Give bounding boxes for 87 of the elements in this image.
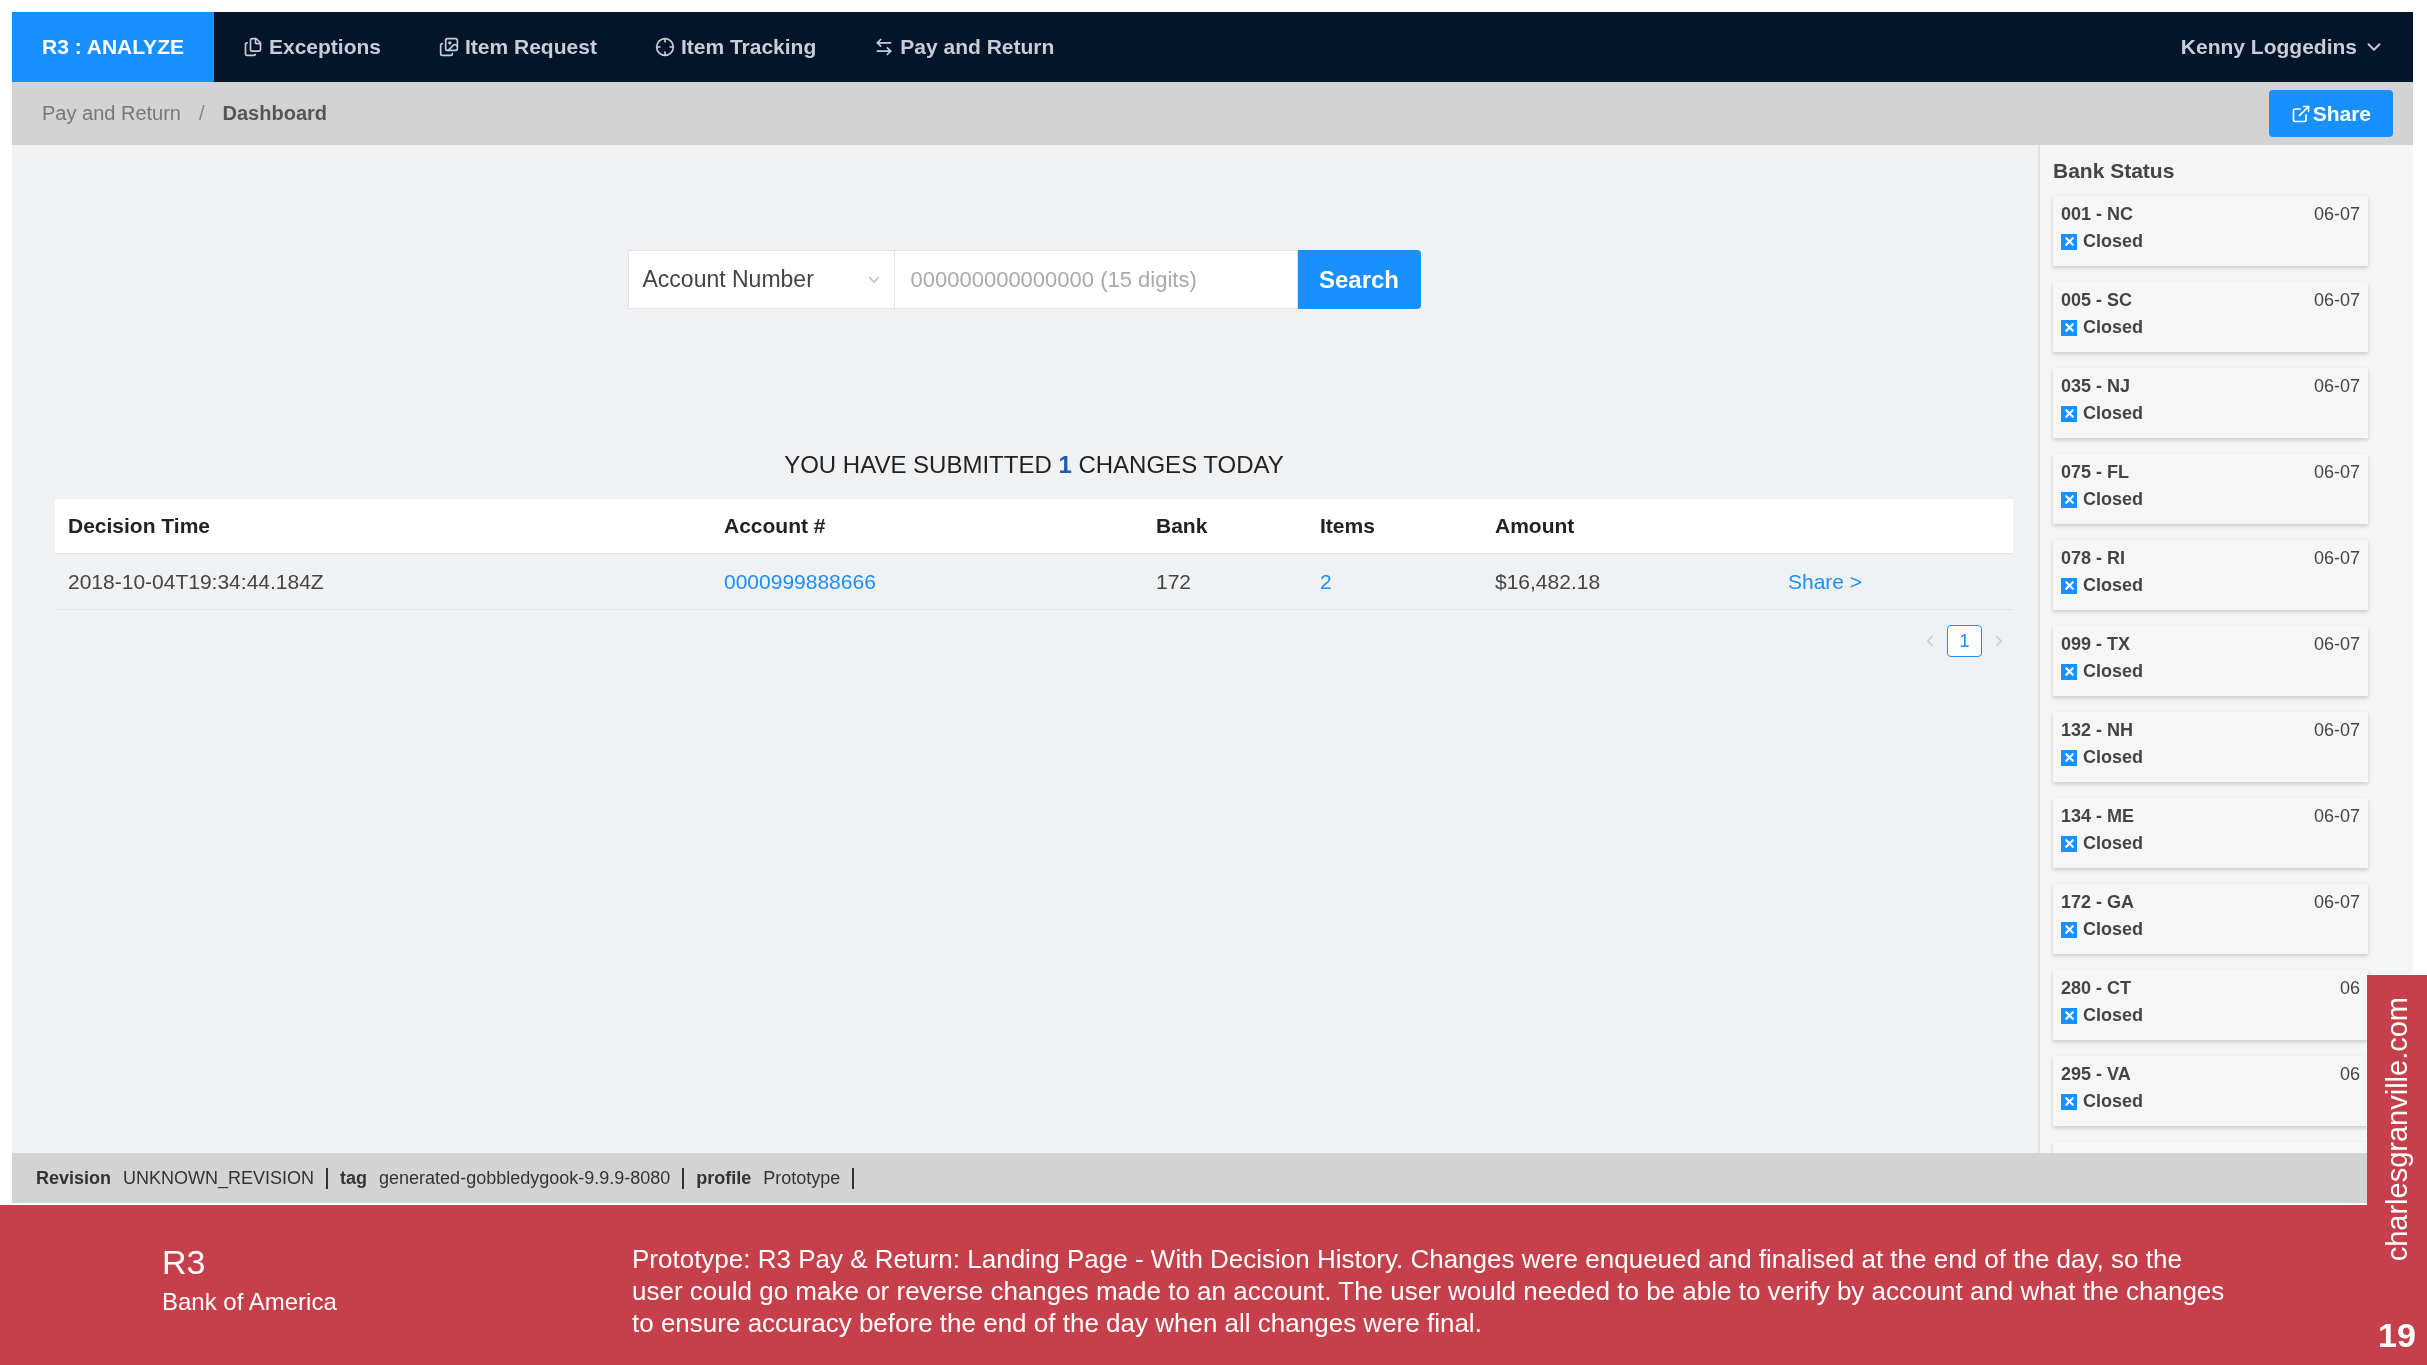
bank-name: 172 - GA [2061,892,2135,913]
bank-date: 06 [2339,978,2360,999]
chevron-icon [867,276,880,283]
account-link[interactable]: 0000999888666 [724,569,876,593]
bank-name: 099 - TX [2061,634,2131,655]
bank-status: Closed [2083,747,2143,768]
breadcrumb-link[interactable]: Dashboard [222,102,327,125]
bank-status: Closed [2083,919,2143,940]
status-value: UNKNOWN_REVISION [123,1167,329,1189]
items-link[interactable]: 2 [1320,569,1332,593]
nav-tab[interactable]: Pay and Return [845,12,1084,82]
status-label: tag [340,1167,368,1189]
closed-icon [2061,663,2077,680]
crosshair-icon [654,37,675,57]
closed-icon [2061,1093,2077,1110]
search-type-select[interactable]: Account Number [627,250,895,309]
column-header: Items [1320,514,1376,538]
bank-status: Closed [2083,1091,2143,1112]
column-header: Bank [1156,514,1209,538]
column-header: Amount [1495,514,1576,538]
bank-status: Closed [2083,661,2143,682]
status-value: generated-gobbledygook-9.9.9-8080 [379,1167,685,1189]
bank-date: 06-07 [2313,204,2360,225]
closed-icon [2061,835,2077,852]
nav-tab[interactable]: Item Tracking [625,12,846,82]
bank-date: 06-07 [2313,892,2360,913]
bank-status: Closed [2083,317,2143,338]
closed-icon [2061,491,2077,508]
project-title: R3 [162,1243,207,1282]
bank-date: 06-07 [2313,720,2360,741]
account-number-field[interactable]: 000000000000000 (15 digits) [894,250,1298,309]
bank-date: 06-07 [2313,462,2360,483]
bank-name: 005 - SC [2061,290,2133,311]
bank-name: 035 - NJ [2061,376,2131,397]
share-icon [2290,103,2311,124]
closed-icon [2061,319,2077,336]
panel-title: Bank Status [2053,159,2176,183]
user-menu[interactable]: Kenny Loggedins [2152,12,2413,82]
project-description: Prototype: R3 Pay & Return: Landing Page - With Decision History. Changes were enqueued and finalised at the end of the day, so the user could go make or reverse changes made to an account. The user would needed to be able to verify by account and what the changes to ensure accuracy before the end of the day when all changes were final. [632,1243,2226,1340]
bank-date: 06-07 [2313,290,2360,311]
bank-name: 075 - FL [2061,462,2130,483]
bank-date: 06-07 [2313,548,2360,569]
bank-status: Closed [2083,833,2143,854]
breadcrumb-link[interactable]: Pay and Return [42,102,181,125]
share-button[interactable]: Share [2268,90,2393,137]
nav-tab[interactable]: Item Request [410,12,626,82]
table-cell-text: 2018-10-04T19:34:44.184Z [68,569,325,594]
search-button[interactable]: Search [1297,250,1421,309]
bank-name: 001 - NC [2061,204,2134,225]
bank-date: 06 [2339,1064,2360,1085]
column-header: Decision Time [68,514,211,538]
closed-icon [2061,749,2077,766]
bank-name: 295 - VA [2061,1064,2131,1085]
breadcrumb-separator: / [199,102,205,125]
bank-date: 06-07 [2313,634,2360,655]
nav-tab[interactable]: Exceptions [213,12,410,82]
bank-status: Closed [2083,489,2143,510]
column-header: Account # [724,514,827,538]
bank-status: Closed [2083,1005,2143,1026]
bank-status: Closed [2083,231,2143,252]
table-cell-text: $16,482.18 [1495,569,1602,594]
table-cell-text: 172 [1156,569,1193,594]
closed-icon [2061,921,2077,938]
share-link[interactable]: Share > [1788,569,1863,593]
site-name: charlesgranville.com [2380,997,2414,1262]
closed-icon [2061,577,2077,594]
status-value: Prototype [763,1167,855,1189]
bank-status: Closed [2083,575,2143,596]
closed-icon [2061,1007,2077,1024]
closed-icon [2061,233,2077,250]
closed-icon [2061,405,2077,422]
documents-icon [242,37,263,57]
status-label: profile [696,1167,752,1189]
bank-name: 280 - CT [2061,978,2132,999]
bank-name: 134 - ME [2061,806,2135,827]
page-number[interactable]: 1 [1947,625,1982,657]
images-icon [439,37,459,57]
status-label: Revision [36,1167,112,1189]
client-name: Bank of America [162,1288,338,1316]
bank-name: 078 - RI [2061,548,2126,569]
changes-summary: YOU HAVE SUBMITTED 1 CHANGES TODAY [784,451,1284,479]
page-number-label: 19 [2378,1316,2416,1355]
bank-date: 06-07 [2313,806,2360,827]
bank-status: Closed [2083,403,2143,424]
bank-name: 132 - NH [2061,720,2134,741]
brand-tab[interactable]: R3 : ANALYZE [12,12,214,82]
bank-date: 06-07 [2313,376,2360,397]
